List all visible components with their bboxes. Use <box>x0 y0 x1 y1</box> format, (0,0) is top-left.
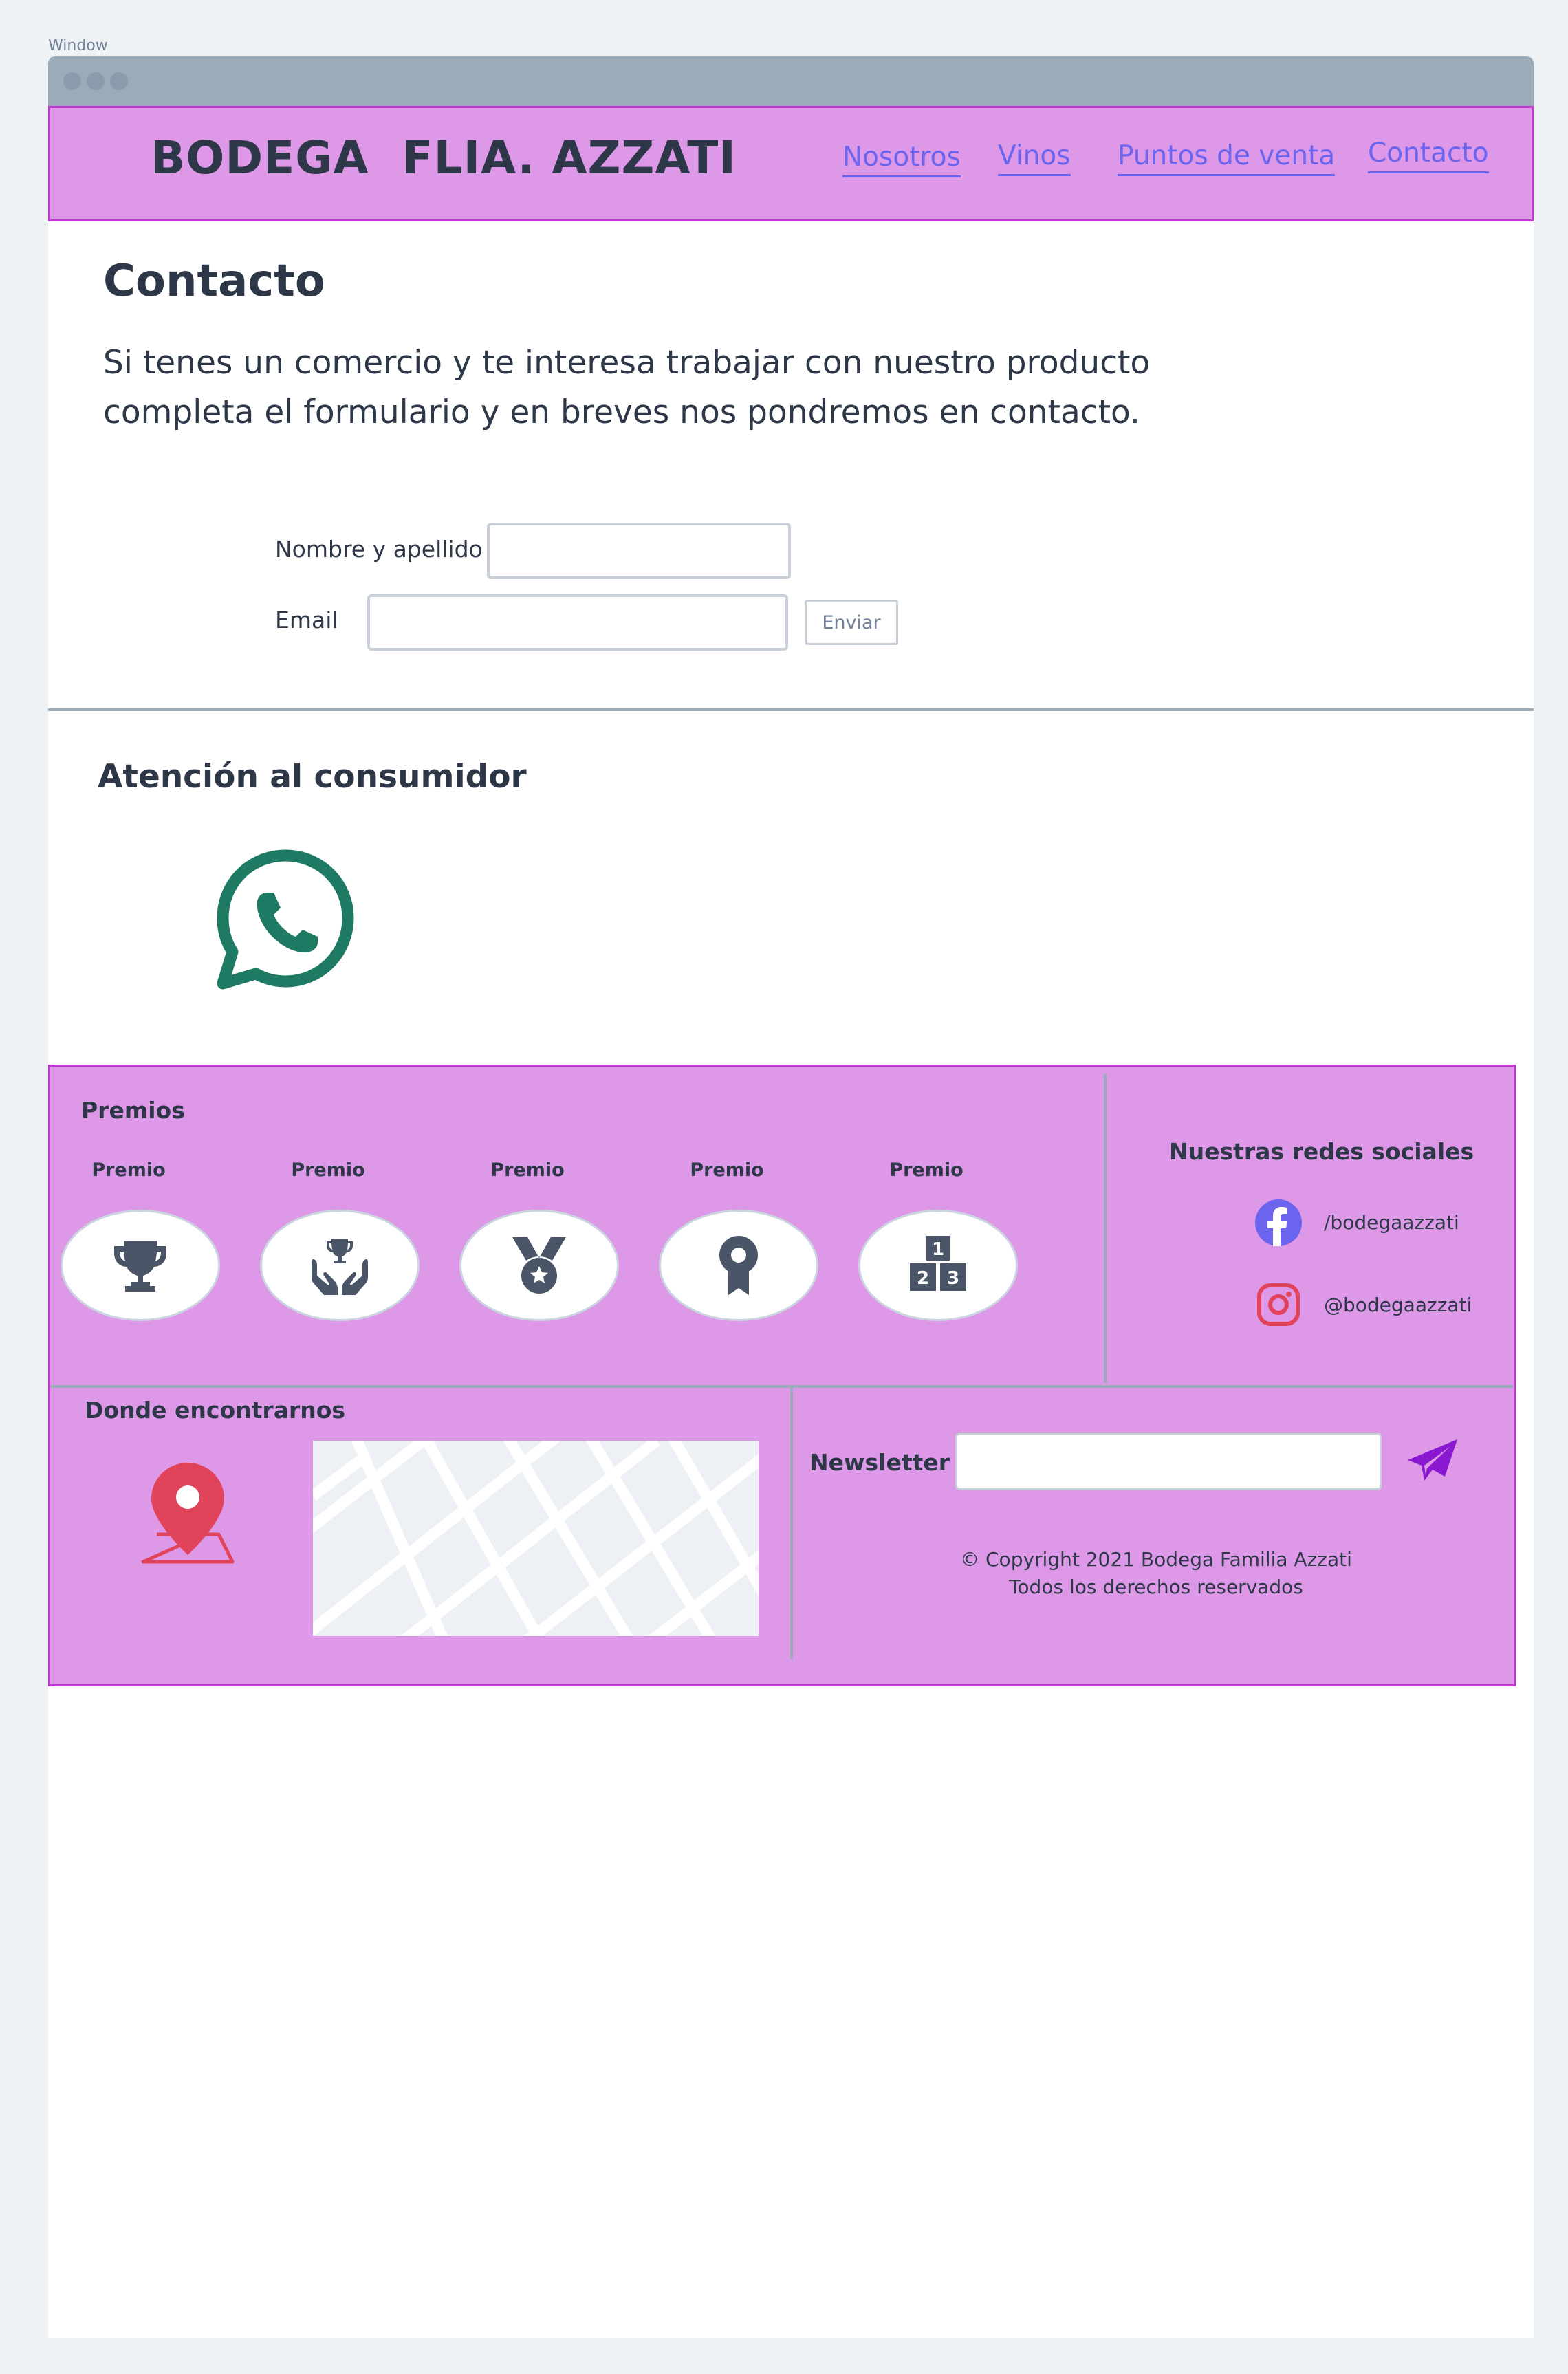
window-minimize-control[interactable] <box>87 72 105 90</box>
email-input[interactable] <box>367 594 788 651</box>
trophy-hands-icon <box>312 1239 368 1295</box>
section-divider <box>48 708 1534 711</box>
instagram-handle[interactable]: @bodegaazzati <box>1324 1294 1472 1316</box>
page-title: Contacto <box>103 256 325 307</box>
window-titlebar <box>48 56 1534 106</box>
window-label: Window <box>48 37 108 54</box>
trophy-icon <box>114 1241 166 1292</box>
award-label: Premio <box>490 1159 565 1181</box>
nav-contacto[interactable]: Contacto <box>1368 137 1489 173</box>
facebook-handle[interactable]: /bodegaazzati <box>1324 1211 1459 1234</box>
window-close-control[interactable] <box>63 72 81 90</box>
nav-nosotros[interactable]: Nosotros <box>842 141 961 177</box>
award-badge[interactable] <box>61 1210 220 1321</box>
award-badge[interactable] <box>260 1210 420 1321</box>
name-input[interactable] <box>487 523 791 579</box>
award-badge[interactable] <box>459 1210 619 1321</box>
email-label: Email <box>275 607 338 633</box>
footer-divider <box>790 1387 793 1659</box>
location-map[interactable] <box>313 1441 759 1636</box>
name-label: Nombre y apellido <box>275 536 483 563</box>
window-maximize-control[interactable] <box>110 72 128 90</box>
svg-text:3: 3 <box>947 1268 959 1289</box>
award-label: Premio <box>889 1159 963 1181</box>
instagram-icon[interactable] <box>1256 1283 1300 1327</box>
contact-intro: Si tenes un comercio y te interesa traba… <box>103 344 1151 431</box>
brand-logo[interactable]: BODEGA FLIA. AZZATI <box>151 131 737 184</box>
site-header: BODEGA FLIA. AZZATI Nosotros Vinos Punto… <box>48 106 1534 221</box>
consumer-title: Atención al consumidor <box>98 758 527 796</box>
svg-text:1: 1 <box>932 1239 944 1260</box>
newsletter-label: Newsletter <box>809 1449 950 1476</box>
award-label: Premio <box>91 1159 166 1181</box>
footer-divider <box>1104 1074 1107 1383</box>
nav-vinos[interactable]: Vinos <box>998 140 1071 176</box>
award-label: Premio <box>291 1159 365 1181</box>
award-label: Premio <box>690 1159 764 1181</box>
nav-puntos-de-venta[interactable]: Puntos de venta <box>1118 140 1336 176</box>
medal-icon <box>512 1237 566 1294</box>
awards-title: Premios <box>81 1097 185 1124</box>
send-icon[interactable] <box>1406 1438 1459 1483</box>
ribbon-award-icon <box>719 1236 758 1295</box>
submit-button[interactable]: Enviar <box>805 600 898 645</box>
newsletter-input[interactable] <box>955 1433 1382 1490</box>
footer-divider <box>50 1385 1514 1388</box>
award-badge[interactable] <box>659 1210 818 1321</box>
whatsapp-icon[interactable] <box>213 847 358 992</box>
svg-text:2: 2 <box>917 1268 929 1289</box>
copyright-line: © Copyright 2021 Bodega Familia Azzati <box>960 1548 1352 1571</box>
award-badge[interactable]: 1 2 3 <box>858 1210 1018 1321</box>
site-footer: Premios Premio Premio Premio Premio Prem… <box>48 1065 1516 1686</box>
location-title: Donde encontrarnos <box>85 1397 346 1424</box>
social-title: Nuestras redes sociales <box>1169 1138 1474 1165</box>
podium-icon: 1 2 3 <box>910 1236 966 1291</box>
map-pin-icon <box>136 1459 239 1576</box>
facebook-icon[interactable] <box>1255 1199 1302 1246</box>
copyright-rights: Todos los derechos reservados <box>1009 1576 1303 1598</box>
browser-window: BODEGA FLIA. AZZATI Nosotros Vinos Punto… <box>48 56 1534 2338</box>
